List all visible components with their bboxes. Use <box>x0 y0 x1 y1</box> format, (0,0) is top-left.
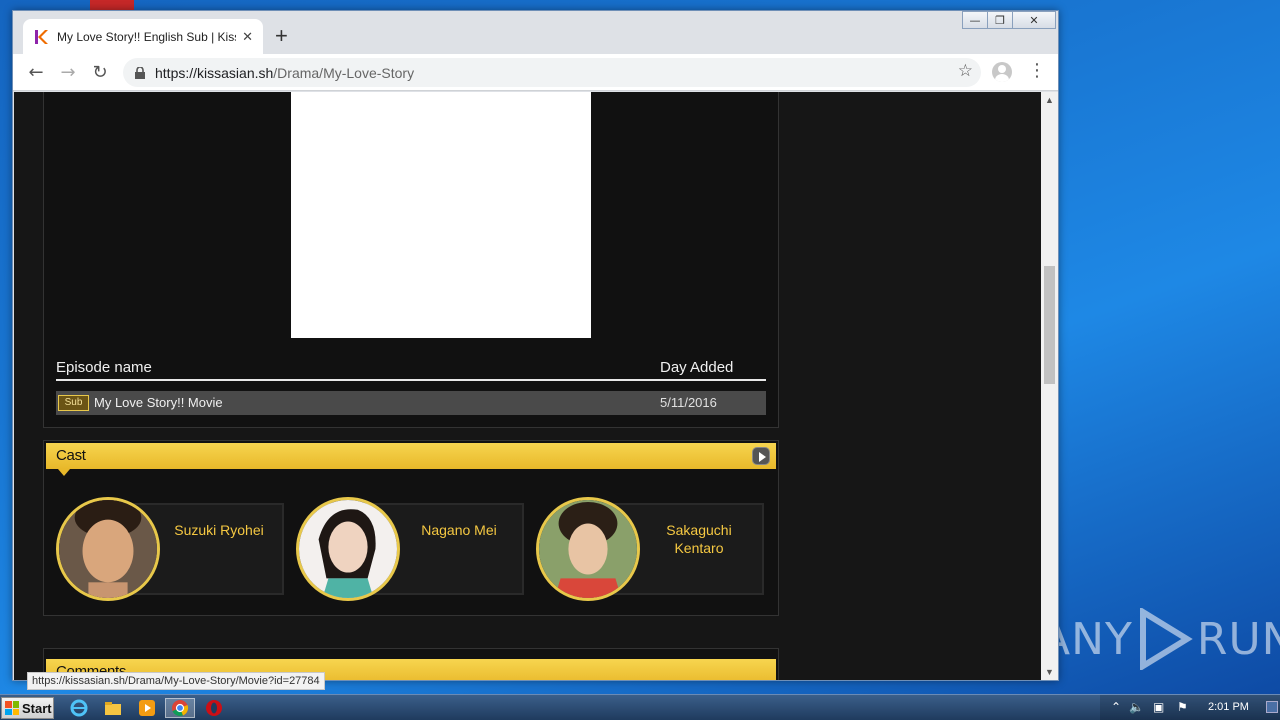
browser-menu-icon[interactable]: ⋮ <box>1028 62 1046 80</box>
episode-date: 5/11/2016 <box>660 395 717 410</box>
browser-window: — ❐ ✕ My Love Story!! English Sub | Kiss… <box>12 10 1059 690</box>
cast-next-arrow-icon[interactable] <box>752 447 770 465</box>
explorer-folder-icon[interactable] <box>102 698 124 718</box>
page-viewport: Episode name Day Added Sub My Love Story… <box>14 92 1041 680</box>
back-button[interactable]: ← <box>25 61 47 83</box>
scrollbar-thumb[interactable] <box>1044 266 1055 384</box>
desktop-window-edge <box>90 0 134 10</box>
scroll-up-icon[interactable]: ▲ <box>1045 95 1054 105</box>
cast-title: Cast <box>56 447 86 464</box>
forward-button[interactable]: → <box>57 61 79 83</box>
url-path: /Drama/My-Love-Story <box>273 64 415 81</box>
cast-card[interactable]: Suzuki Ryohei <box>56 497 286 601</box>
cast-section: Cast Suzuki Ryohei Nagano Mei Sakaguchi … <box>43 440 779 616</box>
start-label: Start <box>22 700 52 716</box>
cast-photo-suzuki <box>56 497 160 601</box>
opera-icon[interactable] <box>203 698 225 718</box>
reload-button[interactable]: ↻ <box>89 61 111 83</box>
show-desktop-button[interactable] <box>1266 701 1278 713</box>
url-host: https://kissasian.sh <box>155 64 274 81</box>
clock[interactable]: 2:01 PM <box>1208 701 1249 713</box>
sub-badge: Sub <box>58 395 89 411</box>
day-added-header: Day Added <box>660 359 734 376</box>
browser-toolbar: ← → ↻ https://kissasian.sh/Drama/My-Love… <box>13 54 1058 91</box>
scroll-down-icon[interactable]: ▼ <box>1045 667 1054 677</box>
cast-header: Cast <box>46 443 776 476</box>
kissasian-favicon-icon <box>35 29 48 44</box>
system-tray <box>1100 695 1280 720</box>
start-button[interactable]: Start <box>1 697 54 719</box>
network-icon[interactable]: ▣ <box>1153 700 1164 714</box>
tab-title: My Love Story!! English Sub | KissAsian <box>57 29 236 44</box>
ad-placeholder <box>291 92 591 338</box>
cast-card[interactable]: Nagano Mei <box>296 497 526 601</box>
profile-avatar-icon[interactable] <box>992 62 1012 82</box>
cast-photo-sakaguchi <box>536 497 640 601</box>
volume-icon[interactable]: 🔈 <box>1129 700 1144 714</box>
window-controls: — ❐ ✕ <box>962 11 1056 29</box>
address-bar[interactable]: https://kissasian.sh/Drama/My-Love-Story… <box>123 58 981 87</box>
episode-name-header: Episode name <box>56 359 152 376</box>
chrome-icon[interactable] <box>165 698 195 718</box>
episode-link[interactable]: My Love Story!! Movie <box>94 395 223 410</box>
cast-name[interactable]: Suzuki Ryohei <box>162 521 276 539</box>
cast-name[interactable]: Nagano Mei <box>402 521 516 539</box>
status-bar-url: https://kissasian.sh/Drama/My-Love-Story… <box>27 672 325 690</box>
cast-photo-nagano <box>296 497 400 601</box>
minimize-button[interactable]: — <box>962 11 988 29</box>
watermark-text-run: RUN <box>1196 613 1280 665</box>
media-player-icon[interactable] <box>136 698 158 718</box>
maximize-button[interactable]: ❐ <box>987 11 1013 29</box>
page-scrollbar[interactable]: ▲ ▼ <box>1041 92 1058 680</box>
bookmark-star-icon[interactable]: ☆ <box>958 61 973 81</box>
url-text: https://kissasian.sh/Drama/My-Love-Story <box>155 65 414 81</box>
cast-name[interactable]: Sakaguchi Kentaro <box>642 521 756 557</box>
ie-icon[interactable] <box>68 698 90 718</box>
windows-logo-icon <box>5 701 19 715</box>
cast-card[interactable]: Sakaguchi Kentaro <box>536 497 766 601</box>
lock-icon <box>135 66 145 79</box>
new-tab-button[interactable]: + <box>275 25 288 47</box>
play-logo-icon <box>1139 608 1193 670</box>
browser-tab[interactable]: My Love Story!! English Sub | KissAsian … <box>23 19 263 54</box>
tab-close-icon[interactable]: ✕ <box>242 29 253 45</box>
anyrun-watermark: ANY RUN <box>1040 608 1280 670</box>
header-notch <box>58 469 70 476</box>
close-window-button[interactable]: ✕ <box>1012 11 1056 29</box>
tray-expand-icon[interactable]: ⌃ <box>1111 700 1121 714</box>
episode-list-header: Episode name Day Added <box>56 359 766 381</box>
taskbar: Start ⌃ 🔈 ▣ ⚑ 2:01 PM <box>0 694 1280 720</box>
episode-row[interactable]: Sub My Love Story!! Movie 5/11/2016 <box>56 391 766 415</box>
action-center-flag-icon[interactable]: ⚑ <box>1177 700 1188 714</box>
